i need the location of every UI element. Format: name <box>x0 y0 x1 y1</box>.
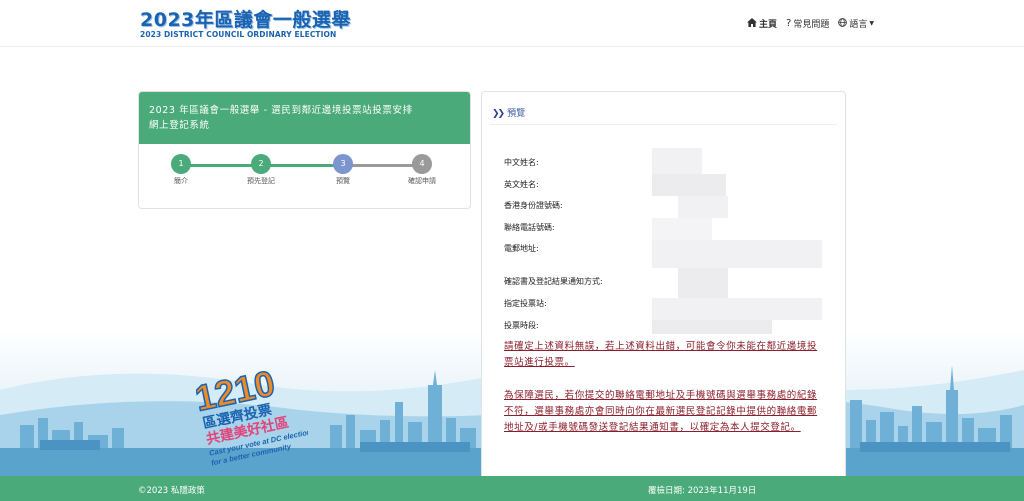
nav-language-label: 語言 <box>849 20 868 30</box>
step-4: 4 確認申請 <box>408 154 436 186</box>
system-title: 2023 年區議會一般選舉 - 選民到鄰近邊境投票站投票安排 網上登記系統 <box>139 92 470 144</box>
field-email: 電郵地址: <box>504 244 539 253</box>
step-3-label: 預覽 <box>336 177 350 185</box>
nav-faq-label: 常見問題 <box>793 20 830 30</box>
accuracy-warning: 請確定上述資料無誤，若上述資料出錯，可能會令你未能在鄰近邊境投票站進行投票。 <box>504 341 818 368</box>
step-connector-1 <box>181 164 261 167</box>
step-4-number: 4 <box>412 154 432 174</box>
system-title-line1: 2023 年區議會一般選舉 - 選民到鄰近邊境投票站投票安排 <box>149 105 413 116</box>
field-notification-method: 確認書及登記結果通知方式: <box>504 277 603 286</box>
home-icon <box>747 17 758 30</box>
review-date: 覆檢日期: 2023年11月19日 <box>648 486 757 496</box>
field-phone: 聯絡電話號碼: <box>504 223 555 232</box>
step-2: 2 預先登記 <box>247 154 275 186</box>
privacy-policy-link[interactable]: 私隱政策 <box>171 486 205 496</box>
caret-down-icon: ▼ <box>869 20 874 27</box>
nav-language[interactable]: 語言 ▼ <box>838 17 874 30</box>
system-title-line2: 網上登記系統 <box>149 120 210 131</box>
copyright-text: ©2023 <box>138 486 169 496</box>
field-polling-station: 指定投票站: <box>504 299 547 308</box>
question-icon: ? <box>786 18 792 29</box>
step-3: 3 預覽 <box>332 154 354 186</box>
field-chinese-name: 中文姓名: <box>504 158 539 167</box>
step-2-number: 2 <box>251 154 271 174</box>
site-header: 2023年區議會一般選舉 2023 DISTRICT COUNCIL ORDIN… <box>0 0 1024 47</box>
field-voting-period: 投票時段: <box>504 321 539 330</box>
step-connector-2 <box>261 164 343 167</box>
step-1-label: 簡介 <box>174 177 188 185</box>
privacy-notice: 為保障選民，若你提交的聯絡電郵地址及手機號碼與選舉事務處的紀錄不符，選舉事務處亦… <box>504 390 818 433</box>
divider <box>490 124 837 125</box>
nav-home-label: 主頁 <box>759 20 778 30</box>
preview-card: ❯❯ 預覽 中文姓名: 英文姓名: 香港身份證號碼: 聯絡電話號碼: 電郵地址: … <box>481 91 846 483</box>
field-hkid: 香港身份證號碼: <box>504 201 563 210</box>
field-english-name: 英文姓名: <box>504 180 539 189</box>
nav-faq[interactable]: ? 常見問題 <box>786 17 829 30</box>
double-chevron-right-icon: ❯❯ <box>492 109 505 119</box>
preview-heading: ❯❯ 預覽 <box>492 106 525 119</box>
site-footer: ©2023 私隱政策 覆檢日期: 2023年11月19日 <box>0 476 1024 501</box>
step-4-label: 確認申請 <box>408 177 436 185</box>
logo-title[interactable]: 2023年區議會一般選舉 <box>140 5 351 32</box>
step-2-label: 預先登記 <box>247 177 275 185</box>
campaign-badge: 1210 區選齊投票 共建美好社區 Cast your vote at DC e… <box>196 362 308 466</box>
globe-icon <box>838 17 848 30</box>
nav-home[interactable]: 主頁 <box>747 17 777 30</box>
preview-heading-text: 預覽 <box>507 109 526 119</box>
step-1: 1 簡介 <box>170 154 192 186</box>
progress-stepper: 1 簡介 2 預先登記 3 預覽 4 確認申請 <box>139 144 470 208</box>
step-3-number: 3 <box>333 154 353 174</box>
footer-copyright: ©2023 私隱政策 <box>138 484 205 496</box>
logo-subtitle[interactable]: 2023 DISTRICT COUNCIL ORDINARY ELECTION <box>140 30 336 39</box>
registration-progress-card: 2023 年區議會一般選舉 - 選民到鄰近邊境投票站投票安排 網上登記系統 1 … <box>138 91 471 209</box>
step-1-number: 1 <box>171 154 191 174</box>
top-nav: 主頁 ? 常見問題 語言 ▼ <box>747 17 874 30</box>
